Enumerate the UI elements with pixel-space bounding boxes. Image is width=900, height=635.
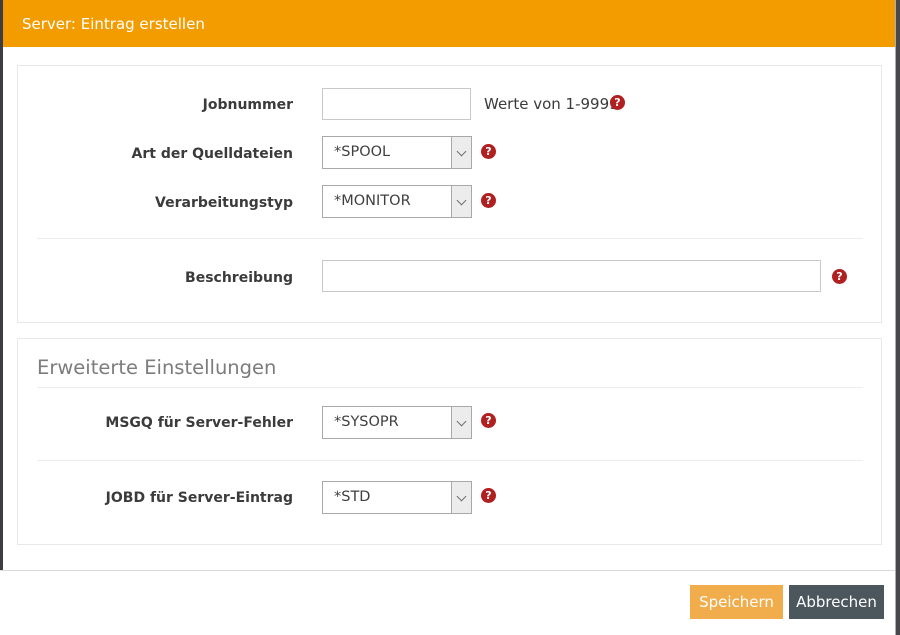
help-icon-msgq[interactable]: ?	[481, 413, 496, 428]
help-icon-beschreibung[interactable]: ?	[832, 269, 847, 284]
msgq-label: MSGQ für Server-Fehler	[17, 415, 293, 431]
help-icon-jobd[interactable]: ?	[481, 488, 496, 503]
section-divider	[37, 238, 863, 239]
chevron-down-icon	[457, 416, 467, 426]
processing-type-select[interactable]: *MONITOR	[322, 185, 472, 218]
source-type-value: *SPOOL	[334, 137, 449, 168]
heading-divider	[37, 387, 863, 388]
page-title: Server: Eintrag erstellen	[22, 15, 205, 33]
verarbeitungstyp-label: Verarbeitungstyp	[17, 195, 293, 211]
select-arrow-button[interactable]	[451, 137, 471, 168]
row-divider	[37, 460, 863, 461]
jobnummer-field[interactable]	[322, 88, 471, 120]
jobd-value: *STD	[334, 482, 449, 513]
background-page-left-edge	[0, 0, 3, 571]
select-arrow-button[interactable]	[451, 186, 471, 217]
description-field[interactable]	[322, 260, 821, 292]
background-page-right-edge	[895, 0, 900, 635]
help-icon-quelldateien[interactable]: ?	[481, 144, 496, 159]
beschreibung-label: Beschreibung	[17, 270, 293, 286]
processing-type-value: *MONITOR	[334, 186, 449, 217]
advanced-settings-heading: Erweiterte Einstellungen	[37, 356, 276, 379]
footer-divider	[0, 570, 895, 571]
jobd-select[interactable]: *STD	[322, 481, 472, 514]
cancel-button[interactable]: Abbrechen	[789, 585, 884, 619]
help-icon-verarbeitungstyp[interactable]: ?	[481, 193, 496, 208]
jobd-label: JOBD für Server-Eintrag	[17, 490, 293, 506]
chevron-down-icon	[457, 146, 467, 156]
msgq-value: *SYSOPR	[334, 407, 449, 438]
modal-titlebar: Server: Eintrag erstellen	[3, 0, 895, 47]
quelldateien-label: Art der Quelldateien	[17, 146, 293, 162]
help-icon-jobnummer[interactable]: ?	[610, 95, 625, 110]
source-type-select[interactable]: *SPOOL	[322, 136, 472, 169]
chevron-down-icon	[457, 195, 467, 205]
chevron-down-icon	[457, 491, 467, 501]
msgq-select[interactable]: *SYSOPR	[322, 406, 472, 439]
jobnummer-label: Jobnummer	[17, 97, 293, 113]
save-button[interactable]: Speichern	[690, 585, 783, 619]
select-arrow-button[interactable]	[451, 407, 471, 438]
jobnummer-hint: Werte von 1-9999	[484, 95, 619, 113]
select-arrow-button[interactable]	[451, 482, 471, 513]
